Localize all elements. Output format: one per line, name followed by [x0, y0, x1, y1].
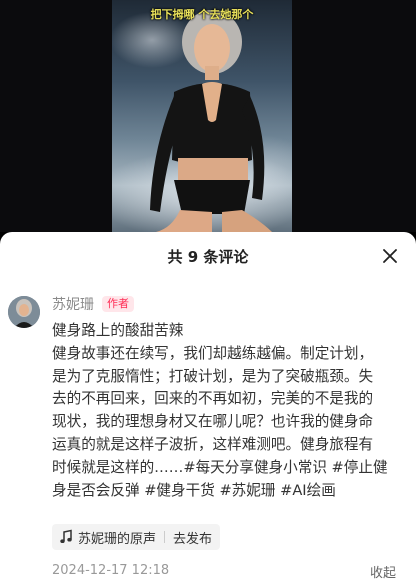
video-player[interactable]: 把下拇哪 个去她那个 [0, 0, 416, 232]
comments-header: 共 9 条评论 [0, 232, 416, 280]
comment-line: 健身路上的酸甜苦辣 [52, 322, 184, 339]
comment-text: 健身路上的酸甜苦辣 健身故事还在续写，我们却越练越偏。制定计划， 是为了克服惰性… [52, 320, 404, 502]
publish-action[interactable]: 去发布 [173, 528, 212, 547]
video-frame: 把下拇哪 个去她那个 [112, 0, 292, 232]
collapse-button[interactable]: 收起 [370, 562, 396, 581]
author-badge: 作者 [102, 296, 134, 312]
author-name[interactable]: 苏妮珊 [52, 294, 94, 314]
comment-line: 身是否会反弹 #健身干货 #苏妮珊 #AI绘画 [52, 481, 336, 499]
close-icon [383, 249, 397, 263]
video-figure-image [150, 10, 272, 232]
comment-line: 运真的就是这样子波折，这样难测吧。健身旅程有 [52, 435, 374, 453]
comment-line: 时候就是这样的……#每天分享健身小常识 #停止健 [52, 458, 388, 476]
music-note-icon [60, 529, 72, 543]
original-sound-name: 苏妮珊的原声 [78, 531, 157, 547]
author-row: 苏妮珊 作者 [52, 294, 134, 314]
comment-timestamp: 2024-12-17 12:18 [52, 563, 170, 578]
close-button[interactable] [378, 244, 402, 268]
avatar-image [8, 296, 40, 328]
comment-line: 是为了克服惰性；打破计划，是为了突破瓶颈。失 [52, 367, 374, 385]
comment-line: 去的不再回来，回来的不再如初，完美的不是我的 [52, 390, 374, 408]
video-subtitle: 把下拇哪 个去她那个 [150, 8, 254, 21]
original-sound-chip[interactable]: 苏妮珊的原声 去发布 [52, 524, 221, 550]
comments-count-title: 共 9 条评论 [167, 248, 249, 266]
comment-line: 健身故事还在续写，我们却越练越偏。制定计划， [52, 344, 374, 362]
chip-divider [164, 531, 166, 543]
author-avatar[interactable] [8, 296, 40, 328]
comments-sheet: 共 9 条评论 苏妮珊 作者 健身路上的酸甜苦辣 健身故事还在续写，我们却越练越… [0, 232, 416, 585]
comment-line: 现状，我的理想身材又在哪儿呢？也许我的健身命 [52, 413, 374, 431]
